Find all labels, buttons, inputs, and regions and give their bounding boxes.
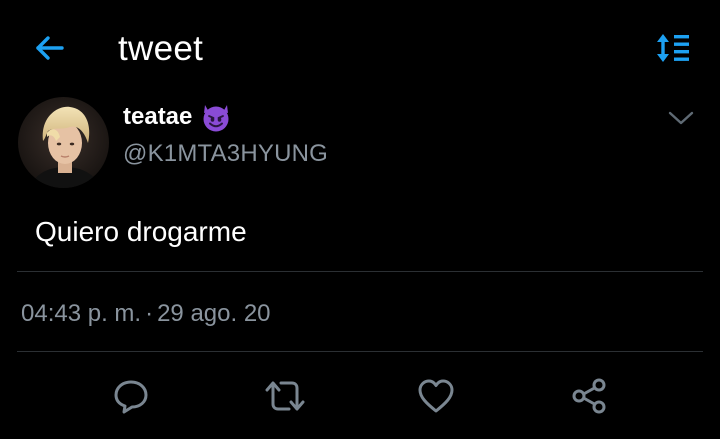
tweet-timestamp: 04:43 p. m. · 29 ago. 20 <box>21 297 271 331</box>
divider-bottom <box>17 351 703 352</box>
reply-icon <box>114 380 148 414</box>
tweet-date: 29 ago. 20 <box>157 300 271 327</box>
timestamp-separator: · <box>145 300 154 327</box>
sort-button[interactable] <box>652 30 694 66</box>
profile-photo-icon <box>18 97 109 188</box>
share-button[interactable] <box>566 373 612 419</box>
author-name-row[interactable]: teatae <box>123 99 232 135</box>
display-name: teatae <box>123 103 193 130</box>
avatar[interactable] <box>18 97 109 188</box>
tweet-text: Quiero drogarme <box>35 216 247 247</box>
share-icon <box>572 378 606 414</box>
more-options-button[interactable] <box>664 104 698 132</box>
reply-button[interactable] <box>108 373 154 419</box>
sort-icon <box>657 34 689 62</box>
top-bar: tweet <box>0 0 720 96</box>
chevron-down-icon <box>668 111 694 125</box>
divider-top <box>17 271 703 272</box>
retweet-icon <box>265 381 305 411</box>
arrow-left-icon <box>36 36 64 60</box>
page-title: tweet <box>118 29 204 68</box>
like-button[interactable] <box>413 373 459 419</box>
smiling-devil-emoji-icon <box>203 105 229 132</box>
heart-icon <box>418 379 454 413</box>
back-button[interactable] <box>28 28 70 68</box>
retweet-button[interactable] <box>262 373 308 419</box>
tweet-time: 04:43 p. m. <box>21 300 142 327</box>
user-handle[interactable]: @K1MTA3HYUNG <box>123 140 328 168</box>
